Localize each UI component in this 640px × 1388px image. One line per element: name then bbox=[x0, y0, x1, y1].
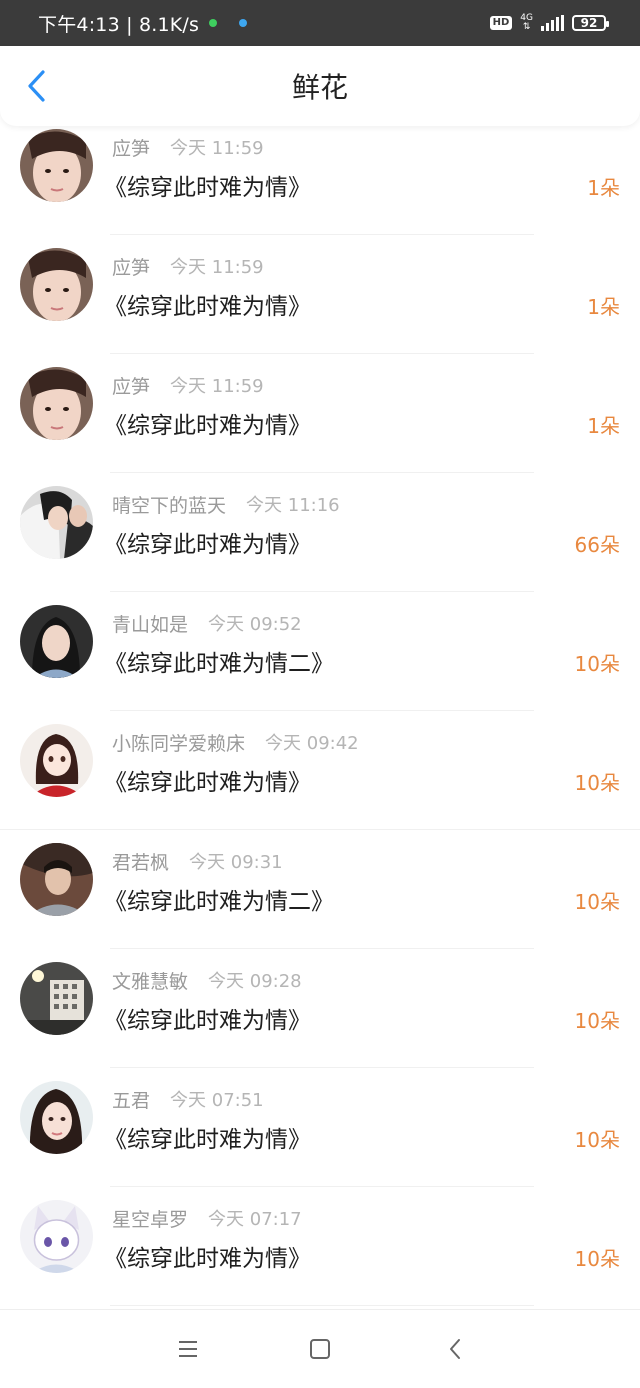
user-name: 青山如是 bbox=[112, 613, 189, 636]
portrait-woman-icon bbox=[20, 129, 93, 202]
app-header: 鲜花 bbox=[0, 46, 640, 126]
cartoon-girl-icon bbox=[20, 724, 93, 797]
system-nav-bar bbox=[0, 1309, 640, 1388]
list-item[interactable]: 君若枫 今天 09:31 《综穿此时难为情二》 10朵 bbox=[0, 830, 640, 949]
item-meta: 小陈同学爱赖床 今天 09:42 bbox=[112, 730, 359, 755]
user-name: 应笋 bbox=[112, 375, 151, 398]
timestamp: 今天 07:51 bbox=[170, 1090, 264, 1111]
item-meta: 五君 今天 07:51 bbox=[112, 1087, 264, 1112]
list-item[interactable]: 晴空下的蓝天 今天 11:16 《综穿此时难为情》 66朵 bbox=[0, 473, 640, 592]
network-label: 4G bbox=[520, 13, 533, 23]
timestamp: 今天 09:31 bbox=[189, 852, 283, 873]
list-item[interactable]: 青山如是 今天 09:52 《综穿此时难为情二》 10朵 bbox=[0, 592, 640, 711]
timestamp: 今天 07:17 bbox=[208, 1209, 302, 1230]
flower-count: 10朵 bbox=[574, 890, 620, 914]
item-meta: 文雅慧敏 今天 09:28 bbox=[112, 968, 302, 993]
battery-icon: 92 bbox=[572, 15, 609, 31]
book-title: 《综穿此时难为情》 bbox=[104, 1127, 311, 1153]
item-meta: 应笋 今天 11:59 bbox=[112, 135, 264, 160]
flower-count: 10朵 bbox=[574, 1128, 620, 1152]
list-item[interactable]: 应笋 今天 11:59 《综穿此时难为情》 1朵 bbox=[0, 354, 640, 473]
network-type: 4G ⇅ bbox=[520, 13, 533, 32]
item-meta: 应笋 今天 11:59 bbox=[112, 254, 264, 279]
book-title: 《综穿此时难为情》 bbox=[104, 413, 311, 439]
user-name: 君若枫 bbox=[112, 851, 170, 874]
user-name: 小陈同学爱赖床 bbox=[112, 732, 246, 755]
list-item[interactable]: 五君 今天 07:51 《综穿此时难为情》 10朵 bbox=[0, 1068, 640, 1187]
portrait-woman-dark-icon bbox=[20, 605, 93, 678]
portrait-woman-icon bbox=[20, 248, 93, 321]
timestamp: 今天 09:52 bbox=[208, 614, 302, 635]
timestamp: 今天 11:59 bbox=[170, 376, 264, 397]
flower-count: 66朵 bbox=[574, 533, 620, 557]
nav-back-button[interactable] bbox=[432, 1326, 478, 1372]
signal-icon bbox=[541, 15, 564, 31]
list-item[interactable]: 星空卓罗 今天 07:17 《综穿此时难为情》 10朵 bbox=[0, 1187, 640, 1306]
portrait-woman-light-icon bbox=[20, 1081, 93, 1154]
timestamp: 今天 11:16 bbox=[246, 495, 340, 516]
avatar[interactable] bbox=[20, 962, 93, 1035]
avatar[interactable] bbox=[20, 1081, 93, 1154]
blue-dot-icon bbox=[239, 19, 248, 27]
flower-count: 1朵 bbox=[587, 414, 620, 438]
flower-count: 10朵 bbox=[574, 771, 620, 795]
battery-level: 92 bbox=[580, 16, 598, 30]
nav-home-button[interactable] bbox=[297, 1326, 343, 1372]
timestamp: 今天 11:59 bbox=[170, 138, 264, 159]
status-time-speed: 下午4:13 | 8.1K/s bbox=[38, 13, 200, 36]
avatar[interactable] bbox=[20, 724, 93, 797]
avatar[interactable] bbox=[20, 367, 93, 440]
avatar[interactable] bbox=[20, 486, 93, 559]
book-title: 《综穿此时难为情》 bbox=[104, 1246, 311, 1272]
page-title: 鲜花 bbox=[291, 71, 348, 104]
user-name: 晴空下的蓝天 bbox=[112, 494, 227, 517]
flower-list: 应笋 今天 11:59 《综穿此时难为情》 1朵 应笋 今天 11:59 《综穿… bbox=[0, 116, 640, 1306]
back-icon bbox=[450, 1339, 460, 1359]
item-meta: 晴空下的蓝天 今天 11:16 bbox=[112, 492, 340, 517]
book-title: 《综穿此时难为情》 bbox=[104, 1008, 311, 1034]
item-meta: 应笋 今天 11:59 bbox=[112, 373, 264, 398]
hd-badge: HD bbox=[489, 16, 513, 30]
flower-count: 1朵 bbox=[587, 295, 620, 319]
menu-icon bbox=[179, 1341, 197, 1357]
night-building-icon bbox=[20, 962, 93, 1035]
flower-count: 1朵 bbox=[587, 176, 620, 200]
avatar[interactable] bbox=[20, 1200, 93, 1273]
avatar[interactable] bbox=[20, 248, 93, 321]
book-title: 《综穿此时难为情二》 bbox=[104, 651, 334, 677]
user-name: 五君 bbox=[112, 1089, 151, 1112]
list-item[interactable]: 文雅慧敏 今天 09:28 《综穿此时难为情》 10朵 bbox=[0, 949, 640, 1068]
avatar[interactable] bbox=[20, 129, 93, 202]
flower-count: 10朵 bbox=[574, 1009, 620, 1033]
divider bbox=[110, 1305, 534, 1306]
portrait-woman-icon bbox=[20, 367, 93, 440]
user-name: 应笋 bbox=[112, 137, 151, 160]
square-icon bbox=[310, 1339, 330, 1359]
item-meta: 君若枫 今天 09:31 bbox=[112, 849, 283, 874]
book-title: 《综穿此时难为情》 bbox=[104, 770, 311, 796]
avatar[interactable] bbox=[20, 843, 93, 916]
timestamp: 今天 09:28 bbox=[208, 971, 302, 992]
book-title: 《综穿此时难为情》 bbox=[104, 175, 311, 201]
item-meta: 星空卓罗 今天 07:17 bbox=[112, 1206, 302, 1231]
timestamp: 今天 09:42 bbox=[265, 733, 359, 754]
list-item[interactable]: 应笋 今天 11:59 《综穿此时难为情》 1朵 bbox=[0, 235, 640, 354]
costume-man-icon bbox=[20, 843, 93, 916]
item-meta: 青山如是 今天 09:52 bbox=[112, 611, 302, 636]
user-name: 文雅慧敏 bbox=[112, 970, 189, 993]
book-title: 《综穿此时难为情二》 bbox=[104, 889, 334, 915]
book-title: 《综穿此时难为情》 bbox=[104, 294, 311, 320]
user-name: 星空卓罗 bbox=[112, 1208, 189, 1231]
nav-menu-button[interactable] bbox=[165, 1326, 211, 1372]
flower-count: 10朵 bbox=[574, 652, 620, 676]
anime-fox-icon bbox=[20, 1200, 93, 1273]
costume-couple-icon bbox=[20, 486, 93, 559]
green-dot-icon bbox=[209, 19, 218, 27]
timestamp: 今天 11:59 bbox=[170, 257, 264, 278]
user-name: 应笋 bbox=[112, 256, 151, 279]
avatar[interactable] bbox=[20, 605, 93, 678]
book-title: 《综穿此时难为情》 bbox=[104, 532, 311, 558]
flower-count: 10朵 bbox=[574, 1247, 620, 1271]
list-item[interactable]: 小陈同学爱赖床 今天 09:42 《综穿此时难为情》 10朵 bbox=[0, 711, 640, 830]
